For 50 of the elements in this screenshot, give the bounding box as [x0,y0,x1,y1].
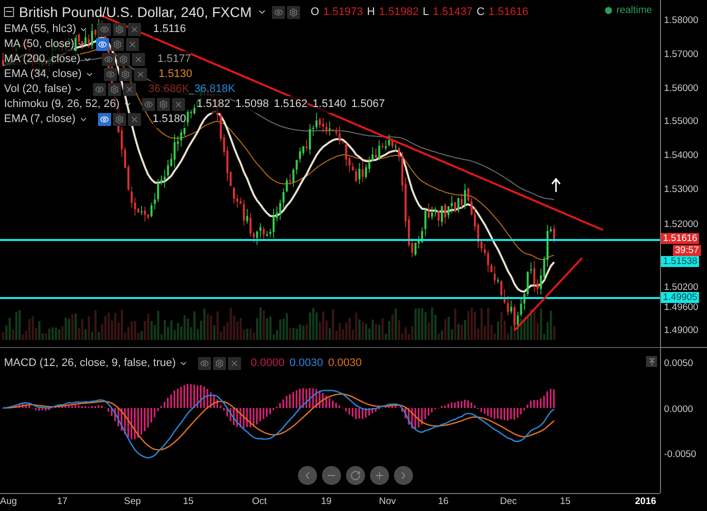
symbol-title[interactable]: British Pound/U.S. Dollar, 240, FXCM [19,2,252,22]
indicator-value: 1.5180 [152,111,186,128]
macd-tick: 0.0050 [664,359,694,368]
time-tick: Aug [0,497,17,506]
time-tick: 15 [560,497,571,506]
price-tick: 1.50200 [664,283,698,292]
status-text: realtime [616,4,652,18]
indicator-value: 1.5116 [153,21,186,38]
indicator-name[interactable]: Ichimoku (9, 26, 52, 26) [4,96,120,113]
indicator-value: 1.5140 [312,96,346,113]
price-tick: 1.49000 [664,326,698,336]
macd-tick: 0.0000 [664,405,694,414]
price-marker: 1.49905 [661,292,700,303]
time-tick: 17 [57,497,68,506]
price-marker: 39:57 [673,245,701,256]
time-tick: Nov [379,497,396,506]
ohlc-label: O [310,4,320,20]
price-tick: 1.53000 [664,185,698,194]
time-tick: Dec [500,497,517,506]
ohlc-value: 1.51437 [432,4,473,20]
time-tick: 2016 [635,497,656,506]
price-tick: 1.55000 [664,117,698,126]
indicator-value: 36.818K [194,81,236,98]
price-tick: 1.54000 [664,151,698,160]
macd-tick: -0.0050 [664,450,696,460]
indicator-name[interactable]: MACD (12, 26, close, 9, false, true) [4,355,176,372]
ohlc-value: 1.51982 [378,4,419,20]
time-tick: Sep [124,497,141,506]
time-tick: Oct [252,497,267,506]
indicator-value: 0.0000 [250,356,284,371]
ohlc-value: 1.51973 [323,4,363,20]
indicator-value: 0.0030 [328,356,362,371]
price-tick: 1.58000 [664,16,698,26]
indicator-value: 1.5182 [196,96,230,113]
ohlc-label: C [476,4,485,20]
indicator-value: 0.0030 [289,356,324,371]
price-marker: 1.51538 [661,256,700,267]
indicator-value: 1.5098 [235,96,269,113]
ohlc-label: L [422,4,429,20]
price-tick: 1.56000 [664,84,698,94]
price-tick: 1.52000 [664,220,698,230]
time-tick: 19 [321,497,332,506]
price-tick: 1.49600 [664,303,698,312]
ohlc-value: 1.51616 [488,4,528,20]
time-tick: 15 [183,497,194,506]
price-marker: 1.51616 [661,233,700,244]
indicator-name[interactable]: EMA (34, close) [4,66,82,83]
time-tick: 16 [438,497,449,506]
ohlc-label: H [366,4,375,20]
price-tick: 1.57000 [664,50,698,60]
